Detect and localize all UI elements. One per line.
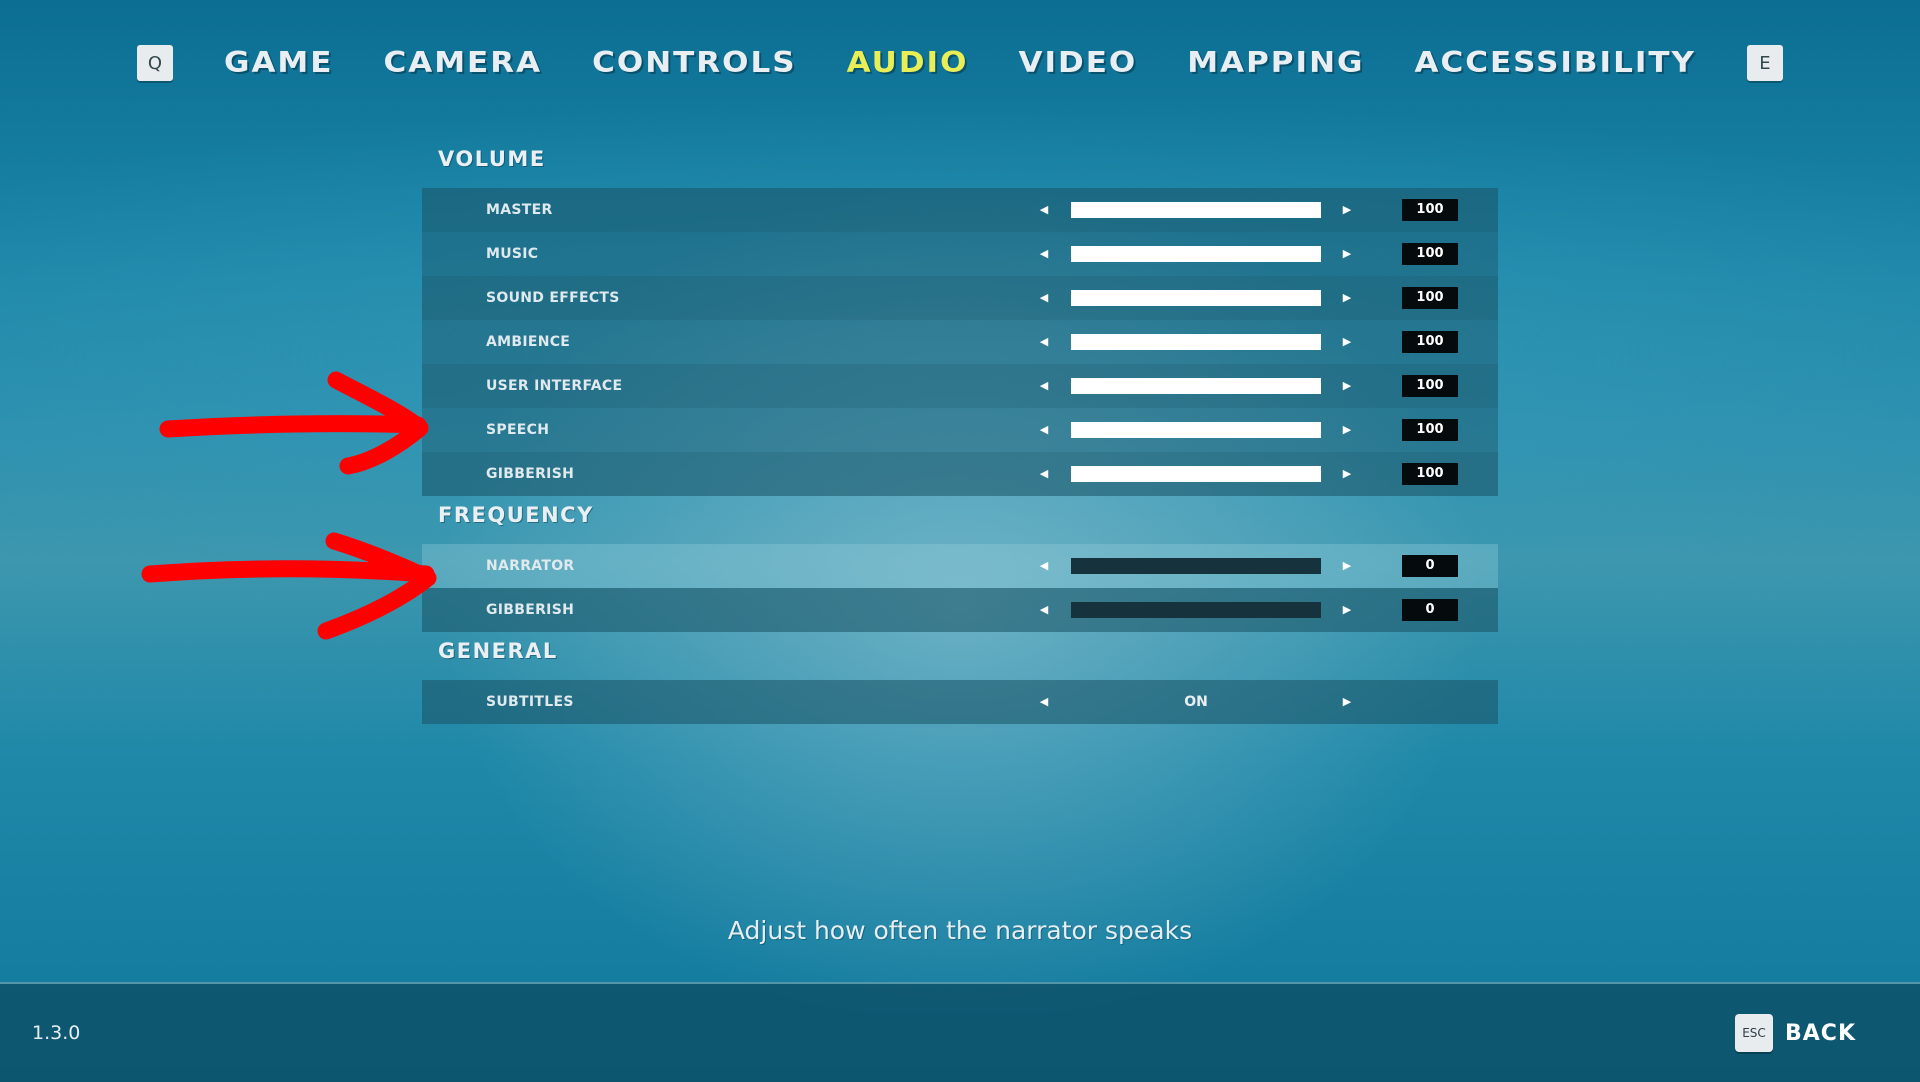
value-readout: 100 (1402, 331, 1458, 353)
volume-slider[interactable] (1071, 334, 1321, 350)
row-label: GIBBERISH (486, 602, 575, 618)
increase-arrow-icon[interactable]: ▶ (1337, 452, 1357, 496)
volume-slider[interactable] (1071, 246, 1321, 262)
frequency-slider[interactable] (1071, 558, 1321, 574)
slider-fill (1071, 378, 1321, 394)
frequency-section-title: FREQUENCY (438, 503, 594, 527)
frequency-slider[interactable] (1071, 602, 1321, 618)
row-label: SOUND EFFECTS (486, 290, 620, 306)
back-button[interactable]: ESC BACK (1735, 1014, 1856, 1052)
arrow-narrator-icon (141, 532, 437, 640)
value-readout: 100 (1402, 419, 1458, 441)
increase-arrow-icon[interactable]: ▶ (1337, 544, 1357, 588)
slider-fill (1071, 202, 1321, 218)
version-label: 1.3.0 (32, 1022, 81, 1044)
general-section-title: GENERAL (438, 639, 558, 663)
increase-arrow-icon[interactable]: ▶ (1337, 680, 1357, 724)
tab-mapping[interactable]: MAPPING (1187, 46, 1364, 79)
decrease-arrow-icon[interactable]: ◀ (1034, 232, 1054, 276)
increase-arrow-icon[interactable]: ▶ (1337, 232, 1357, 276)
volume-row-sound-effects[interactable]: SOUND EFFECTS ◀ ▶ 100 (422, 276, 1498, 320)
row-label: USER INTERFACE (486, 378, 623, 394)
audio-settings-panel: VOLUME MASTER ◀ ▶ 100 MUSIC ◀ ▶ 100 SOUN… (422, 140, 1498, 724)
decrease-arrow-icon[interactable]: ◀ (1034, 408, 1054, 452)
back-label: BACK (1785, 1020, 1856, 1046)
general-row-subtitles[interactable]: SUBTITLES ◀ ON ▶ (422, 680, 1498, 724)
decrease-arrow-icon[interactable]: ◀ (1034, 544, 1054, 588)
volume-section-title: VOLUME (438, 147, 546, 171)
esc-key-icon: ESC (1735, 1014, 1773, 1052)
volume-row-ambience[interactable]: AMBIENCE ◀ ▶ 100 (422, 320, 1498, 364)
tab-video[interactable]: VIDEO (1018, 46, 1137, 79)
increase-arrow-icon[interactable]: ▶ (1337, 276, 1357, 320)
tab-game[interactable]: GAME (224, 46, 333, 79)
arrow-speech-icon (159, 371, 429, 475)
value-readout: 100 (1402, 375, 1458, 397)
decrease-arrow-icon[interactable]: ◀ (1034, 588, 1054, 632)
volume-slider[interactable] (1071, 290, 1321, 306)
row-label: MUSIC (486, 246, 539, 262)
value-readout: 100 (1402, 199, 1458, 221)
row-label: SPEECH (486, 422, 550, 438)
subtitles-value: ON (1184, 694, 1208, 710)
volume-slider[interactable] (1071, 422, 1321, 438)
next-tab-key[interactable]: E (1746, 45, 1783, 81)
tab-controls[interactable]: CONTROLS (592, 46, 797, 79)
volume-row-music[interactable]: MUSIC ◀ ▶ 100 (422, 232, 1498, 276)
value-readout: 100 (1402, 243, 1458, 265)
increase-arrow-icon[interactable]: ▶ (1337, 364, 1357, 408)
frequency-row-narrator[interactable]: NARRATOR ◀ ▶ 0 (422, 544, 1498, 588)
volume-row-master[interactable]: MASTER ◀ ▶ 100 (422, 188, 1498, 232)
row-label: SUBTITLES (486, 694, 574, 710)
increase-arrow-icon[interactable]: ▶ (1337, 188, 1357, 232)
row-label: NARRATOR (486, 558, 575, 574)
footer-bar: 1.3.0 ESC BACK (0, 982, 1920, 1082)
volume-slider[interactable] (1071, 202, 1321, 218)
value-readout: 100 (1402, 463, 1458, 485)
decrease-arrow-icon[interactable]: ◀ (1034, 276, 1054, 320)
slider-fill (1071, 246, 1321, 262)
increase-arrow-icon[interactable]: ▶ (1337, 588, 1357, 632)
value-readout: 0 (1402, 555, 1458, 577)
value-readout: 100 (1402, 287, 1458, 309)
volume-row-user-interface[interactable]: USER INTERFACE ◀ ▶ 100 (422, 364, 1498, 408)
slider-fill (1071, 466, 1321, 482)
decrease-arrow-icon[interactable]: ◀ (1034, 452, 1054, 496)
decrease-arrow-icon[interactable]: ◀ (1034, 680, 1054, 724)
increase-arrow-icon[interactable]: ▶ (1337, 320, 1357, 364)
decrease-arrow-icon[interactable]: ◀ (1034, 320, 1054, 364)
volume-slider[interactable] (1071, 466, 1321, 482)
tab-list: GAME CAMERA CONTROLS AUDIO VIDEO MAPPING… (199, 45, 1721, 81)
row-label: MASTER (486, 202, 553, 218)
increase-arrow-icon[interactable]: ▶ (1337, 408, 1357, 452)
tab-audio[interactable]: AUDIO (847, 46, 969, 79)
slider-fill (1071, 334, 1321, 350)
row-label: GIBBERISH (486, 466, 575, 482)
decrease-arrow-icon[interactable]: ◀ (1034, 188, 1054, 232)
tab-accessibility[interactable]: ACCESSIBILITY (1414, 46, 1696, 79)
slider-fill (1071, 290, 1321, 306)
row-label: AMBIENCE (486, 334, 571, 350)
volume-row-gibberish[interactable]: GIBBERISH ◀ ▶ 100 (422, 452, 1498, 496)
value-readout: 0 (1402, 599, 1458, 621)
setting-description: Adjust how often the narrator speaks (727, 916, 1193, 945)
volume-slider[interactable] (1071, 378, 1321, 394)
settings-tab-bar: Q GAME CAMERA CONTROLS AUDIO VIDEO MAPPI… (0, 38, 1920, 88)
volume-row-speech[interactable]: SPEECH ◀ ▶ 100 (422, 408, 1498, 452)
slider-fill (1071, 422, 1321, 438)
tab-camera[interactable]: CAMERA (383, 46, 542, 79)
decrease-arrow-icon[interactable]: ◀ (1034, 364, 1054, 408)
frequency-row-gibberish[interactable]: GIBBERISH ◀ ▶ 0 (422, 588, 1498, 632)
prev-tab-key[interactable]: Q (137, 45, 173, 81)
